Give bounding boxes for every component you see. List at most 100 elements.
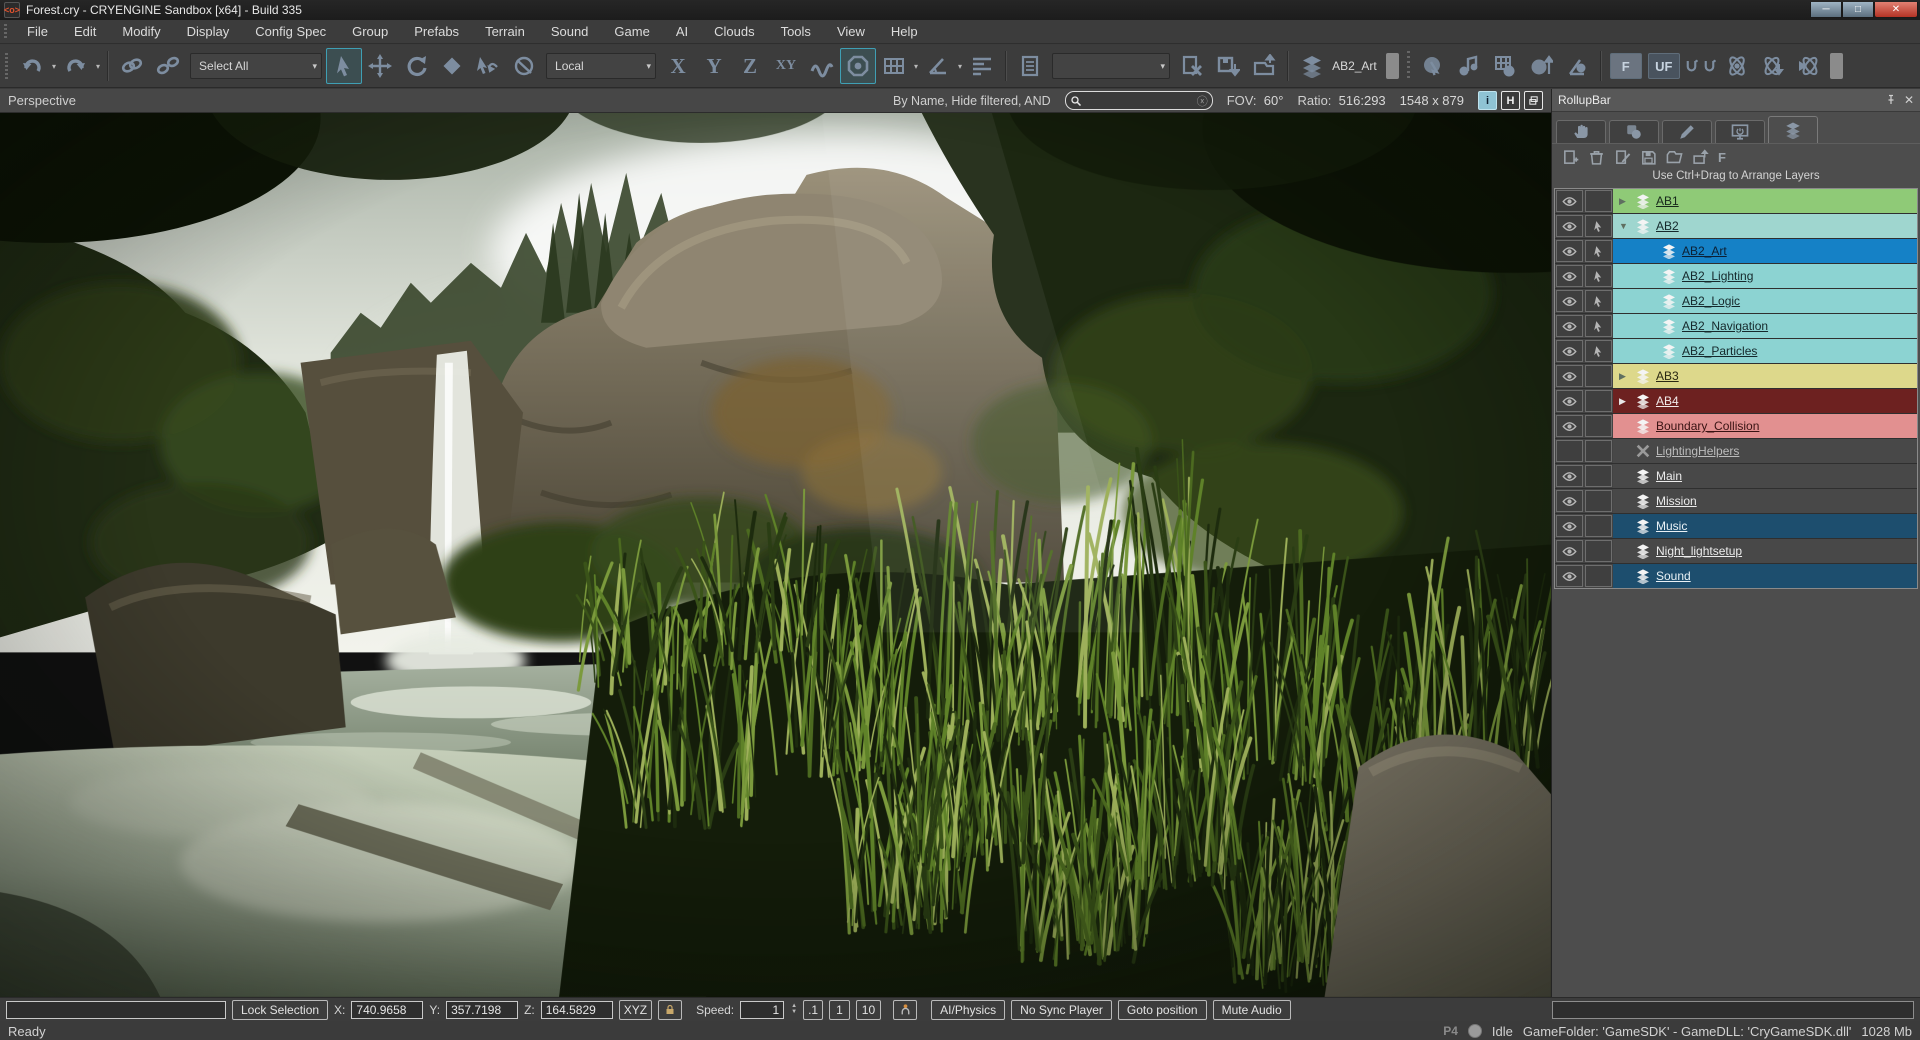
ratio-value[interactable]: 516:293 [1339, 93, 1386, 108]
grid-snap-dropdown[interactable]: ▾ [914, 62, 918, 71]
layer-name[interactable]: AB2_Particles [1682, 344, 1757, 358]
maximize-viewport-button[interactable] [1524, 91, 1543, 110]
no-select-terrain-button[interactable] [506, 48, 542, 84]
pick-toggle[interactable] [1585, 565, 1612, 587]
fov-value[interactable]: 60° [1264, 93, 1284, 108]
toolbar-overflow-handle[interactable] [1830, 53, 1843, 79]
goto-position-button[interactable]: Goto position [1118, 1000, 1207, 1020]
tab-modelling[interactable] [1662, 120, 1712, 143]
tab-objects[interactable] [1556, 120, 1606, 143]
layer-name[interactable]: AB2_Navigation [1682, 319, 1768, 333]
menu-config-spec[interactable]: Config Spec [242, 20, 339, 43]
physics-angle-button[interactable] [1559, 48, 1595, 84]
menu-prefabs[interactable]: Prefabs [401, 20, 472, 43]
z-coord-field[interactable] [541, 1001, 613, 1019]
freeze-button[interactable]: F [1610, 53, 1642, 79]
select-tool-button[interactable] [326, 48, 362, 84]
speed-preset-10[interactable]: 10 [856, 1000, 881, 1020]
pick-toggle[interactable] [1585, 515, 1612, 537]
layer-name[interactable]: LightingHelpers [1656, 444, 1739, 458]
speed-spinner[interactable]: ▲▼ [791, 1004, 797, 1015]
menu-modify[interactable]: Modify [109, 20, 173, 43]
layer-name[interactable]: Sound [1656, 569, 1691, 583]
visibility-toggle[interactable] [1556, 390, 1583, 412]
visibility-toggle[interactable] [1556, 190, 1583, 212]
visibility-toggle[interactable] [1556, 265, 1583, 287]
physics-apply-button[interactable] [1755, 48, 1791, 84]
expand-arrow-icon[interactable]: ▶ [1619, 371, 1630, 382]
menu-group[interactable]: Group [339, 20, 401, 43]
viewport-resolution[interactable]: 1548 x 879 [1400, 93, 1464, 108]
menu-grip[interactable] [4, 24, 7, 39]
freeze-all-button[interactable]: F [1718, 150, 1726, 165]
named-selection-list-button[interactable] [1012, 48, 1048, 84]
layer-name[interactable]: Music [1656, 519, 1687, 533]
lock-axis-button[interactable] [658, 1000, 682, 1020]
visibility-toggle[interactable] [1556, 415, 1583, 437]
goto-player-button[interactable] [893, 1000, 917, 1020]
mute-audio-button[interactable]: Mute Audio [1213, 1000, 1291, 1020]
camera-mode-label[interactable]: Perspective [8, 93, 76, 108]
angle-snap-dropdown[interactable]: ▾ [958, 62, 962, 71]
search-input[interactable] [1086, 94, 1193, 108]
layer-name[interactable]: AB3 [1656, 369, 1679, 383]
layer-name[interactable]: Boundary_Collision [1656, 419, 1759, 433]
expand-arrow-icon[interactable]: ▶ [1619, 396, 1630, 407]
axis-xy-button[interactable]: XY [768, 48, 804, 84]
visibility-toggle[interactable] [1556, 365, 1583, 387]
move-tool-button[interactable] [362, 48, 398, 84]
visibility-toggle[interactable] [1556, 490, 1583, 512]
speed-preset-1[interactable]: 1 [829, 1000, 850, 1020]
layer-name[interactable]: AB1 [1656, 194, 1679, 208]
layer-row-ab4[interactable]: ▶ AB4 [1555, 389, 1917, 414]
menu-clouds[interactable]: Clouds [701, 20, 767, 43]
simulate-physics-button[interactable] [1719, 48, 1755, 84]
save-layer-icon[interactable] [1640, 149, 1657, 166]
visibility-toggle[interactable] [1556, 240, 1583, 262]
layer-name[interactable]: AB2_Lighting [1682, 269, 1753, 283]
export-selection-button[interactable] [1246, 48, 1282, 84]
layer-name[interactable]: Night_lightsetup [1656, 544, 1742, 558]
pick-toggle[interactable] [1585, 240, 1612, 262]
tab-display[interactable] [1715, 120, 1765, 143]
expand-arrow-icon[interactable]: ▼ [1619, 221, 1630, 231]
layer-row-ab2-art[interactable]: AB2_Art [1555, 239, 1917, 264]
pick-toggle[interactable] [1585, 340, 1612, 362]
speed-preset-01[interactable]: .1 [803, 1000, 823, 1020]
helpers-toggle-button[interactable]: H [1501, 91, 1520, 110]
pick-toggle[interactable] [1585, 290, 1612, 312]
coord-system-combo[interactable]: Local ▾ [546, 53, 656, 79]
pick-toggle[interactable] [1585, 190, 1612, 212]
lock-selection-button[interactable]: Lock Selection [232, 1000, 328, 1020]
layer-row-mission[interactable]: Mission [1555, 489, 1917, 514]
menu-game[interactable]: Game [601, 20, 662, 43]
menu-ai[interactable]: AI [663, 20, 701, 43]
visibility-toggle[interactable] [1556, 340, 1583, 362]
follow-terrain-button[interactable] [804, 48, 840, 84]
pick-toggle[interactable] [1585, 465, 1612, 487]
rename-layer-icon[interactable] [1614, 149, 1631, 166]
unlink-button[interactable] [150, 48, 186, 84]
layer-row-ab2-lighting[interactable]: AB2_Lighting [1555, 264, 1917, 289]
physics-raise-button[interactable] [1523, 48, 1559, 84]
axis-y-button[interactable]: Y [696, 48, 732, 84]
menu-terrain[interactable]: Terrain [472, 20, 538, 43]
new-layer-icon[interactable] [1562, 149, 1579, 166]
pick-toggle[interactable] [1585, 390, 1612, 412]
layer-name[interactable]: AB4 [1656, 394, 1679, 408]
no-sync-player-button[interactable]: No Sync Player [1011, 1000, 1112, 1020]
pin-icon[interactable] [1884, 94, 1896, 106]
speed-field[interactable] [740, 1001, 784, 1019]
pick-toggle[interactable] [1585, 265, 1612, 287]
unfreeze-button[interactable]: UF [1648, 53, 1680, 79]
expand-arrow-icon[interactable]: ▶ [1619, 196, 1630, 207]
visibility-toggle[interactable] [1556, 565, 1583, 587]
layers-button[interactable] [1294, 48, 1330, 84]
layer-row-ab2-logic[interactable]: AB2_Logic [1555, 289, 1917, 314]
pick-toggle[interactable] [1585, 215, 1612, 237]
layer-name[interactable]: AB2_Logic [1682, 294, 1740, 308]
layer-row-lightinghelpers[interactable]: LightingHelpers [1555, 439, 1917, 464]
console-line-field[interactable] [1552, 1001, 1914, 1019]
visibility-toggle[interactable] [1556, 465, 1583, 487]
toolbar-grip[interactable] [5, 53, 8, 79]
